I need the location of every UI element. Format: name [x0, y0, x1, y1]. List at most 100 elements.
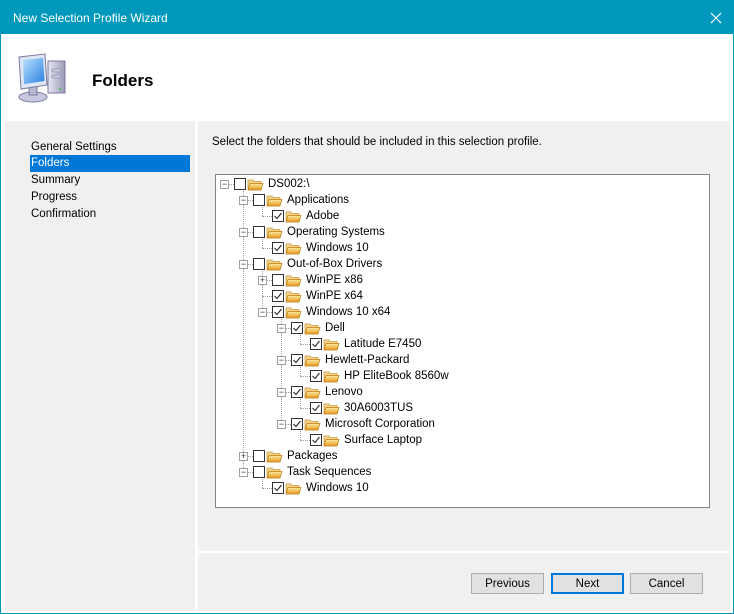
tree-checkbox[interactable] — [310, 338, 322, 350]
tree-checkbox[interactable] — [272, 306, 284, 318]
folder-icon — [304, 419, 321, 430]
tree-checkbox[interactable] — [310, 402, 322, 414]
sidebar-item-progress[interactable]: Progress — [30, 189, 190, 206]
tree-node[interactable]: Microsoft Corporation — [291, 416, 435, 432]
tree-node[interactable]: Applications — [253, 192, 349, 208]
tree-checkbox[interactable] — [310, 434, 322, 446]
collapse-icon[interactable]: − — [277, 388, 286, 397]
folder-icon — [247, 179, 264, 190]
tree-node-label: Surface Laptop — [344, 434, 423, 446]
tree-connector — [300, 376, 310, 377]
tree-connector — [300, 344, 310, 345]
sidebar-item-summary[interactable]: Summary — [30, 172, 190, 189]
checkmark-icon — [312, 436, 320, 444]
tree-node[interactable]: DS002:\ — [234, 176, 310, 192]
tree-checkbox[interactable] — [291, 386, 303, 398]
tree-checkbox[interactable] — [291, 354, 303, 366]
sidebar-item-confirmation[interactable]: Confirmation — [30, 206, 190, 223]
collapse-icon[interactable]: − — [277, 324, 286, 333]
tree-node-label: Packages — [287, 450, 338, 462]
collapse-icon[interactable]: − — [220, 180, 229, 189]
tree-node[interactable]: Dell — [291, 320, 345, 336]
tree-node[interactable]: Operating Systems — [253, 224, 385, 240]
tree-node[interactable]: 30A6003TUS — [310, 400, 413, 416]
folder-icon — [323, 339, 340, 350]
tree-node-label: Lenovo — [325, 386, 363, 398]
tree-node-label: Dell — [325, 322, 345, 334]
folder-icon — [266, 195, 283, 206]
next-button[interactable]: Next — [551, 573, 624, 594]
folder-icon — [304, 323, 321, 334]
page-title: Folders — [92, 71, 154, 90]
title-bar[interactable]: New Selection Profile Wizard — [1, 1, 733, 34]
cancel-button[interactable]: Cancel — [630, 573, 703, 594]
folder-icon — [285, 211, 302, 222]
tree-checkbox[interactable] — [253, 226, 265, 238]
expand-icon[interactable]: + — [239, 452, 248, 461]
tree-node[interactable]: WinPE x86 — [272, 272, 363, 288]
collapse-icon[interactable]: − — [258, 308, 267, 317]
sidebar-item-folders[interactable]: Folders — [30, 155, 190, 172]
tree-node[interactable]: Out-of-Box Drivers — [253, 256, 382, 272]
collapse-icon[interactable]: − — [239, 228, 248, 237]
tree-node-label: 30A6003TUS — [344, 402, 414, 414]
tree-checkbox[interactable] — [291, 418, 303, 430]
tree-checkbox[interactable] — [253, 466, 265, 478]
wizard-window: New Selection Profile Wizard Folders Gen… — [0, 0, 734, 614]
computer-icon — [18, 53, 66, 103]
close-button[interactable] — [699, 1, 733, 34]
close-icon — [710, 12, 722, 23]
window-title: New Selection Profile Wizard — [13, 11, 168, 25]
collapse-icon[interactable]: − — [239, 260, 248, 269]
collapse-icon[interactable]: − — [277, 420, 286, 429]
tree-node-label: WinPE x64 — [306, 290, 363, 302]
collapse-icon[interactable]: − — [239, 196, 248, 205]
tree-checkbox[interactable] — [234, 178, 246, 190]
tree-node[interactable]: Lenovo — [291, 384, 363, 400]
tree-node-label: Operating Systems — [287, 226, 385, 238]
folder-icon — [266, 467, 283, 478]
tree-node[interactable]: Windows 10 — [272, 240, 369, 256]
divider — [198, 551, 730, 553]
tree-node[interactable]: WinPE x64 — [272, 288, 363, 304]
tree-checkbox[interactable] — [253, 258, 265, 270]
tree-checkbox[interactable] — [310, 370, 322, 382]
folder-icon — [323, 371, 340, 382]
sidebar-item-general-settings[interactable]: General Settings — [30, 139, 190, 156]
tree-node[interactable]: Windows 10 x64 — [272, 304, 390, 320]
collapse-icon[interactable]: − — [277, 356, 286, 365]
checkmark-icon — [293, 356, 301, 364]
checkmark-icon — [293, 324, 301, 332]
folder-icon — [285, 291, 302, 302]
folder-tree[interactable]: − DS002:\ − Applications Adobe − Operating Sys… — [215, 174, 710, 508]
checkmark-icon — [274, 244, 282, 252]
tree-checkbox[interactable] — [272, 242, 284, 254]
tree-checkbox[interactable] — [272, 290, 284, 302]
instruction-text: Select the folders that should be includ… — [212, 136, 542, 148]
expand-icon[interactable]: + — [258, 276, 267, 285]
collapse-icon[interactable]: − — [239, 468, 248, 477]
tree-checkbox[interactable] — [272, 482, 284, 494]
folder-icon — [285, 243, 302, 254]
folder-icon — [304, 355, 321, 366]
tree-checkbox[interactable] — [253, 194, 265, 206]
tree-checkbox[interactable] — [291, 322, 303, 334]
tree-node[interactable]: Hewlett-Packard — [291, 352, 409, 368]
folder-icon — [323, 435, 340, 446]
tree-node[interactable]: Latitude E7450 — [310, 336, 421, 352]
tree-checkbox[interactable] — [272, 274, 284, 286]
tree-node[interactable]: Task Sequences — [253, 464, 371, 480]
tree-node[interactable]: Surface Laptop — [310, 432, 422, 448]
tree-node[interactable]: Windows 10 — [272, 480, 369, 496]
tree-checkbox[interactable] — [272, 210, 284, 222]
tree-connector — [262, 296, 272, 297]
tree-node[interactable]: Packages — [253, 448, 338, 464]
folder-icon — [285, 483, 302, 494]
checkmark-icon — [274, 212, 282, 220]
folder-icon — [266, 451, 283, 462]
checkmark-icon — [312, 404, 320, 412]
tree-checkbox[interactable] — [253, 450, 265, 462]
previous-button[interactable]: Previous — [471, 573, 544, 594]
tree-node[interactable]: HP EliteBook 8560w — [310, 368, 449, 384]
tree-node[interactable]: Adobe — [272, 208, 339, 224]
